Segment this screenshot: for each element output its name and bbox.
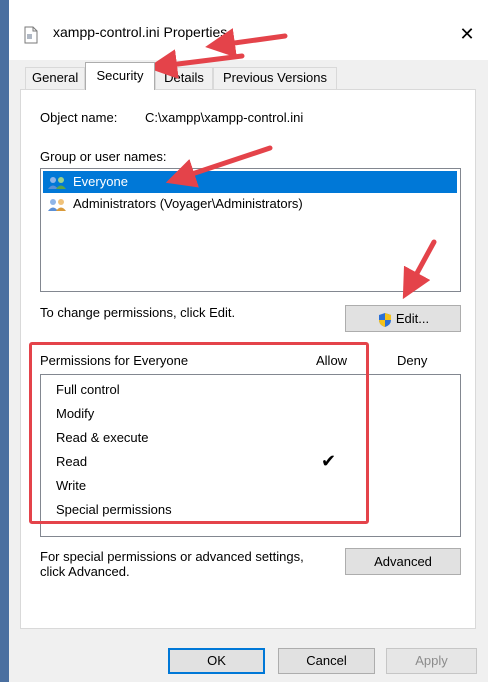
arrow-edit [402,239,437,300]
arrow-everyone [165,145,273,188]
annotation-arrows [147,28,437,300]
tab-security[interactable]: Security [85,62,155,90]
arrow-title [205,28,288,58]
arrow-security-tab [147,49,245,80]
